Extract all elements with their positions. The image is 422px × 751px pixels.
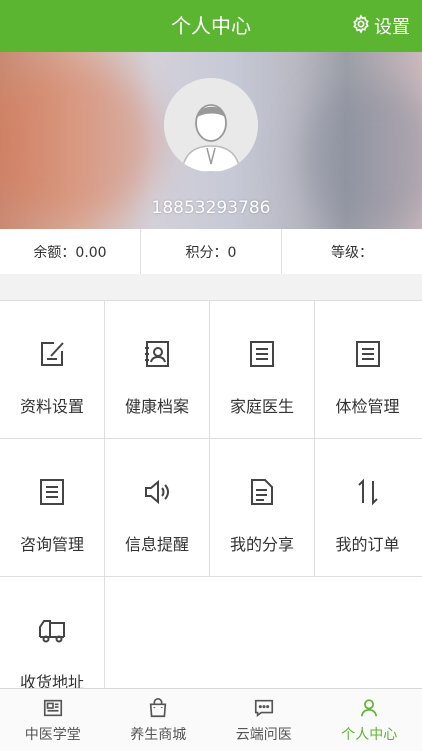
document-icon [247, 475, 277, 509]
menu-item-checkup-management[interactable]: 体检管理 [315, 301, 420, 438]
menu-item-label: 咨询管理 [20, 531, 84, 555]
truck-icon [37, 613, 67, 647]
menu-grid: 资料设置 健康档案 家庭医生 体检管理 咨询管理 [0, 300, 422, 714]
menu-item-my-shares[interactable]: 我的分享 [210, 439, 315, 576]
menu-item-label: 家庭医生 [230, 393, 294, 417]
menu-item-label: 资料设置 [20, 393, 84, 417]
tab-label: 个人中心 [341, 724, 397, 744]
menu-item-health-records[interactable]: 健康档案 [105, 301, 210, 438]
menu-item-profile-settings[interactable]: 资料设置 [0, 301, 105, 438]
menu-item-label: 体检管理 [335, 393, 399, 417]
menu-item-my-orders[interactable]: 我的订单 [315, 439, 420, 576]
sort-icon [353, 475, 383, 509]
menu-item-notifications[interactable]: 信息提醒 [105, 439, 210, 576]
menu-item-family-doctor[interactable]: 家庭医生 [210, 301, 315, 438]
menu-item-label: 我的订单 [335, 531, 399, 555]
avatar[interactable] [164, 78, 258, 172]
newspaper-icon [42, 696, 64, 720]
gear-icon [351, 14, 371, 39]
menu-item-label: 健康档案 [125, 393, 189, 417]
menu-item-label: 我的分享 [230, 531, 294, 555]
balance-stat: 余额：0.00 [0, 229, 141, 274]
settings-label: 设置 [374, 13, 410, 39]
tab-health-mall[interactable]: 养生商城 [106, 689, 212, 751]
level-stat: 等级： [282, 229, 422, 274]
chat-icon [253, 696, 275, 720]
points-stat: 积分：0 [141, 229, 282, 274]
settings-button[interactable]: 设置 [351, 0, 410, 52]
tab-personal-center[interactable]: 个人中心 [317, 689, 422, 751]
person-icon [358, 696, 380, 720]
app-header: 个人中心 设置 [0, 0, 422, 52]
tab-label: 养生商城 [130, 724, 186, 744]
document-list-icon [247, 337, 277, 371]
tab-cloud-consult[interactable]: 云端问医 [211, 689, 317, 751]
tab-tcm-academy[interactable]: 中医学堂 [0, 689, 106, 751]
account-stats: 余额：0.00 积分：0 等级： [0, 229, 422, 274]
speaker-icon [142, 475, 172, 509]
document-list-icon [37, 475, 67, 509]
menu-item-consultation-management[interactable]: 咨询管理 [0, 439, 105, 576]
shopping-bag-icon [147, 696, 169, 720]
edit-icon [37, 337, 67, 371]
bottom-tab-bar: 中医学堂 养生商城 云端问医 个人中心 [0, 688, 422, 751]
tab-label: 云端问医 [236, 724, 292, 744]
menu-item-label: 信息提醒 [125, 531, 189, 555]
tab-label: 中医学堂 [25, 724, 81, 744]
phone-number: 18853293786 [0, 198, 422, 218]
document-list-icon [353, 337, 383, 371]
health-record-icon [142, 337, 172, 371]
